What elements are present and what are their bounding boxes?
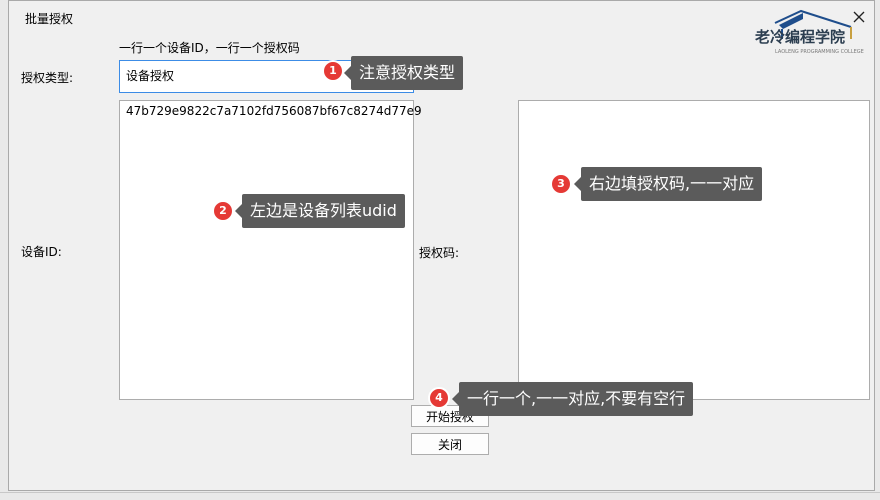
annotation-badge-4: 4 xyxy=(428,387,450,409)
annotation-callout-3: 右边填授权码,一一对应 xyxy=(573,167,763,201)
device-id-textarea[interactable]: 47b729e9822c7a7102fd756087bf67c8274d77e9 xyxy=(119,100,422,400)
window-title: 批量授权 xyxy=(25,12,74,26)
annotation-badge-3: 3 xyxy=(550,173,572,195)
annotation-callout-1: 注意授权类型 xyxy=(343,56,464,90)
device-id-label: 设备ID: xyxy=(21,245,62,259)
taskbar-edge xyxy=(0,492,880,493)
close-icon xyxy=(853,11,865,23)
auth-type-label: 授权类型: xyxy=(21,71,74,85)
auth-code-textarea[interactable] xyxy=(518,100,870,400)
annotation-badge-1: 1 xyxy=(322,60,344,82)
annotation-callout-2: 左边是设备列表udid xyxy=(235,194,405,228)
instruction-hint: 一行一个设备ID，一行一个授权码 xyxy=(119,41,300,55)
close-window-button[interactable] xyxy=(847,6,871,28)
logo-subtext: LAOLENG PROGRAMMING COLLEGE xyxy=(775,49,864,55)
annotation-badge-2: 2 xyxy=(212,200,234,222)
annotation-callout-4: 一行一个,一一对应,不要有空行 xyxy=(451,382,694,416)
auth-code-label: 授权码: xyxy=(419,246,460,260)
close-button[interactable]: 关闭 xyxy=(411,433,489,455)
logo-text: 老冷编程学院 xyxy=(754,28,845,46)
